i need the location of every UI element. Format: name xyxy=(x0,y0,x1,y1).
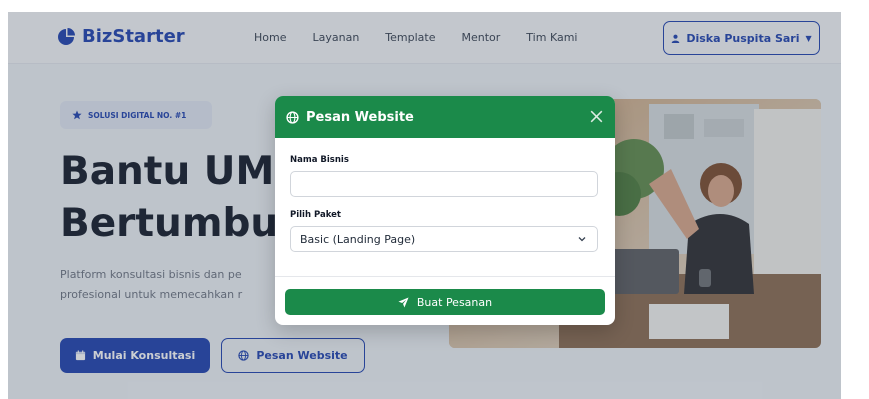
create-order-button[interactable]: Buat Pesanan xyxy=(285,289,605,315)
modal-title: Pesan Website xyxy=(306,109,414,125)
modal-body: Nama Bisnis Pilih Paket Basic (Landing P… xyxy=(275,138,615,252)
close-icon[interactable] xyxy=(588,108,605,125)
globe-icon xyxy=(286,110,299,124)
chevron-down-icon xyxy=(578,237,586,242)
modal-footer: Buat Pesanan xyxy=(275,276,615,325)
package-select[interactable]: Basic (Landing Page) xyxy=(290,226,598,252)
business-name-label: Nama Bisnis xyxy=(290,155,349,165)
package-selected-value: Basic (Landing Page) xyxy=(300,232,416,246)
modal-header: Pesan Website xyxy=(275,96,615,138)
order-website-modal: Pesan Website Nama Bisnis Pilih Paket Ba… xyxy=(275,96,615,325)
business-name-input[interactable] xyxy=(290,171,598,197)
send-icon xyxy=(398,296,409,308)
create-order-label: Buat Pesanan xyxy=(416,295,493,309)
package-label: Pilih Paket xyxy=(290,210,341,220)
